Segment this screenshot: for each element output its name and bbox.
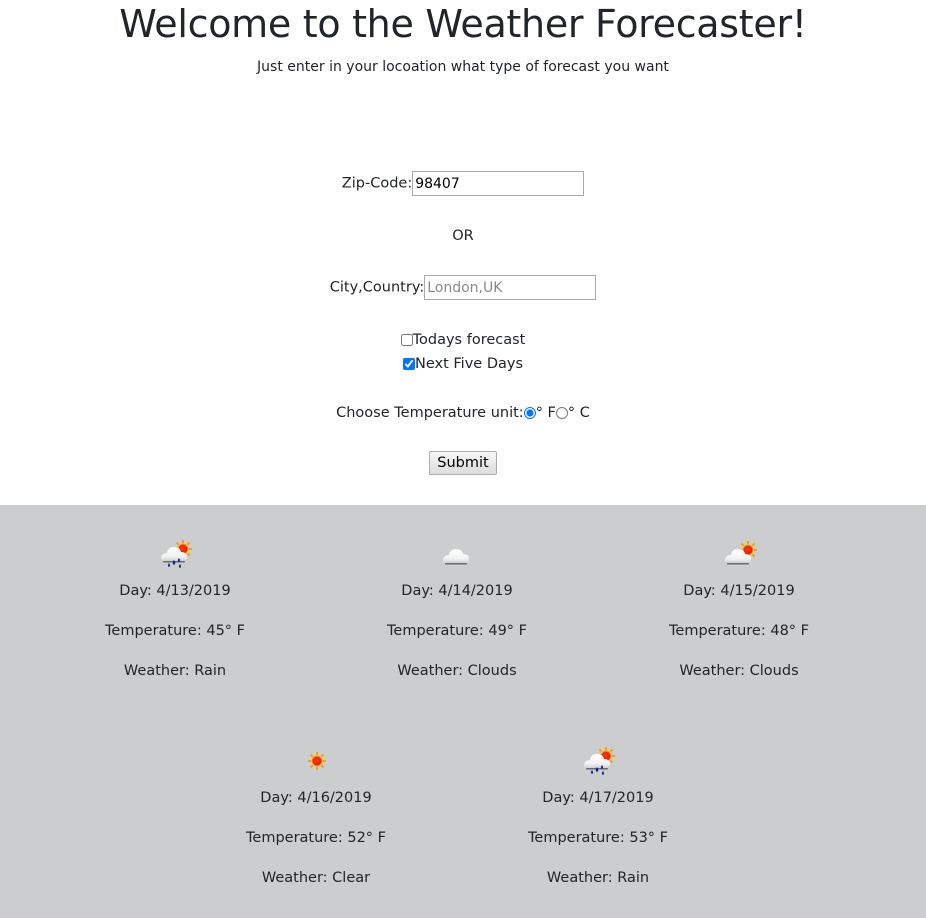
celsius-radio[interactable] [555,407,568,419]
unit-label: Choose Temperature unit: [336,405,524,421]
forecast-temperature: Temperature: 52° F [246,830,386,846]
zip-row: Zip-Code: [0,171,926,196]
forecast-day: Day: 4/16/2019 [260,790,372,806]
forecast-day: Day: 4/17/2019 [542,790,654,806]
forecast-weather: Weather: Clouds [397,663,517,679]
next-five-days-label: Next Five Days [415,356,523,372]
celsius-label: ° C [567,405,590,421]
rain-sun-icon [584,746,616,775]
cloud-sun-icon [725,540,758,565]
option-today: Todays forecast [0,330,926,350]
forecast-day: Day: 4/15/2019 [683,583,795,599]
todays-forecast-checkbox[interactable] [400,334,413,346]
forecast-temperature: Temperature: 48° F [669,623,809,639]
city-label: City,Country: [329,279,425,296]
forecast-results: Day: 4/13/2019 Temperature: 45° F Weathe… [0,505,926,918]
forecast-day: Day: 4/14/2019 [401,583,513,599]
option-five-days: Next Five Days [0,354,926,374]
cloud-icon [443,549,469,565]
zip-code-input[interactable] [412,171,585,196]
page-title: Welcome to the Weather Forecaster! [119,2,807,46]
city-row: City,Country: [0,275,926,300]
rain-sun-icon [161,539,193,568]
zip-label: Zip-Code: [341,175,413,192]
forecast-day: Day: 4/13/2019 [119,583,231,599]
submit-button[interactable]: Submit [429,451,497,475]
forecast-card: Day: 4/13/2019 Temperature: 45° F Weathe… [34,537,316,681]
city-country-input[interactable] [424,275,597,300]
fahrenheit-radio[interactable] [523,407,536,419]
page-subtitle: Just enter in your locoation what type o… [257,59,669,75]
submit-row: Submit [0,451,926,475]
next-five-days-checkbox[interactable] [403,358,415,370]
forecast-weather: Weather: Rain [546,870,650,886]
or-separator: OR [452,228,474,244]
fahrenheit-label: ° F [535,405,556,421]
forecast-temperature: Temperature: 53° F [528,830,668,846]
todays-forecast-label: Todays forecast [412,332,526,348]
forecast-card: Day: 4/16/2019 Temperature: 52° F Weathe… [175,744,457,888]
forecast-card: Day: 4/14/2019 Temperature: 49° F Weathe… [316,537,598,681]
forecast-weather: Weather: Clear [261,870,371,886]
forecast-weather: Weather: Clouds [679,663,799,679]
forecast-temperature: Temperature: 49° F [387,623,527,639]
forecast-temperature: Temperature: 45° F [105,623,245,639]
unit-row: Choose Temperature unit: ° F ° C [0,403,926,423]
forecast-card: Day: 4/17/2019 Temperature: 53° F Weathe… [457,744,739,888]
forecast-card: Day: 4/15/2019 Temperature: 48° F Weathe… [598,537,880,681]
sun-icon [307,751,327,771]
forecast-weather: Weather: Rain [123,663,227,679]
